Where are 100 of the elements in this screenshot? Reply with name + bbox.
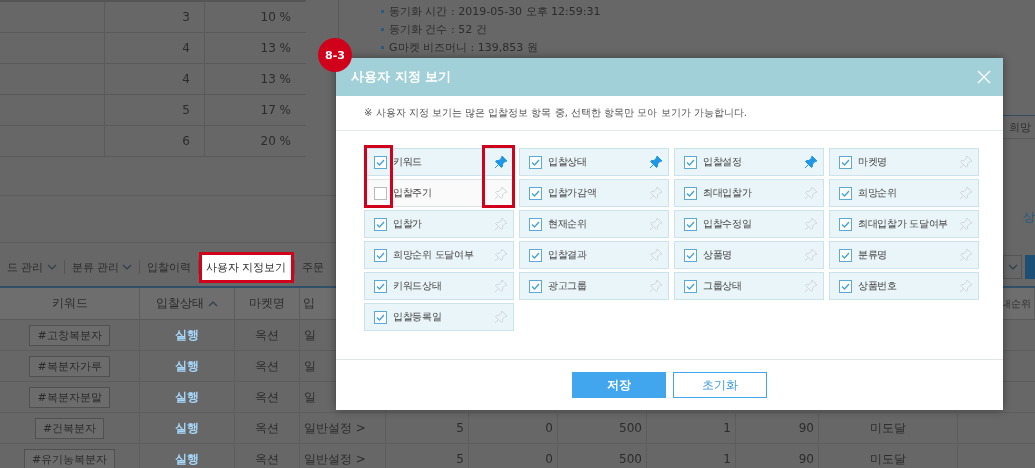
notice-text: ※ 사용자 지정 보기는 많은 입찰정보 항목 중, 선택한 항목만 모아 보기가 가능합니다.: [336, 96, 1003, 131]
table-cell: 3: [105, 2, 205, 32]
table-cell: 옥션: [235, 351, 300, 381]
option-label: 최대입찰가 도달여부: [858, 217, 950, 231]
checkbox[interactable]: [374, 217, 387, 231]
pin-icon[interactable]: [494, 155, 508, 169]
column-option[interactable]: 현재순위: [519, 210, 669, 238]
option-label: 상품명: [703, 248, 734, 262]
checkbox[interactable]: [374, 186, 387, 200]
table-cell: 옥션: [235, 413, 300, 443]
option-label: 마켓명: [858, 155, 889, 169]
column-option[interactable]: 키워드상태: [364, 272, 514, 300]
option-label: 희망순위: [858, 186, 898, 200]
checkbox[interactable]: [374, 248, 387, 262]
checkbox[interactable]: [374, 310, 387, 324]
checkbox[interactable]: [839, 155, 852, 169]
checkbox[interactable]: [529, 279, 542, 293]
checkbox[interactable]: [529, 217, 542, 231]
table-cell-text: 10 %: [259, 9, 292, 26]
checkbox[interactable]: [684, 217, 697, 231]
checkbox[interactable]: [839, 248, 852, 262]
table-cell: 5: [105, 95, 205, 125]
keyword-tag: #유기농복분자: [23, 448, 116, 468]
table-cell: 500: [558, 444, 647, 468]
column-option[interactable]: 입찰결과: [519, 241, 669, 269]
table-cell-text: 13 %: [259, 40, 292, 57]
column-option[interactable]: 입찰등록일: [364, 303, 514, 331]
table-cell-text: 13 %: [259, 71, 292, 88]
checkbox[interactable]: [529, 186, 542, 200]
column-option[interactable]: 상품명: [674, 241, 824, 269]
step-badge: 8-3: [318, 38, 352, 72]
pin-icon[interactable]: [804, 155, 818, 169]
option-label: 최대입찰가: [703, 186, 753, 200]
table-cell: 4: [105, 33, 205, 63]
status-link[interactable]: 실행: [140, 320, 235, 350]
option-label: 희망순위 도달여부: [393, 248, 475, 262]
checkbox[interactable]: [374, 155, 387, 169]
table-cell: 옥션: [235, 382, 300, 412]
checkbox[interactable]: [839, 279, 852, 293]
column-option[interactable]: 최대입찰가 도달여부: [829, 210, 979, 238]
option-label: 키워드상태: [393, 279, 443, 293]
option-label: 입찰상태: [548, 155, 588, 169]
option-label: 상품번호: [858, 279, 898, 293]
bullet-icon: [381, 10, 384, 13]
checkbox[interactable]: [529, 248, 542, 262]
column-option[interactable]: 희망순위 도달여부: [364, 241, 514, 269]
table-cell: 90: [736, 413, 819, 443]
table-cell: 5: [386, 444, 469, 468]
column-option[interactable]: 키워드: [364, 148, 514, 176]
chevron-down-icon: [1007, 264, 1018, 270]
status-link[interactable]: 실행: [140, 351, 235, 381]
column-option[interactable]: 희망순위: [829, 179, 979, 207]
column-option[interactable]: 입찰상태: [519, 148, 669, 176]
column-header: 키워드: [0, 288, 140, 319]
keyword-tag: #건복분자: [34, 417, 105, 439]
checkbox[interactable]: [684, 279, 697, 293]
table-cell: 500: [558, 413, 647, 443]
option-label: 입찰등록일: [393, 310, 443, 324]
column-option[interactable]: 입찰설정: [674, 148, 824, 176]
keyword-tag: #복분자분말: [29, 386, 110, 408]
column-header: 입찰상태: [140, 288, 235, 319]
option-label: 입찰주기: [393, 186, 433, 200]
checkbox[interactable]: [684, 248, 697, 262]
checkbox[interactable]: [684, 155, 697, 169]
column-option[interactable]: 최대입찰가: [674, 179, 824, 207]
option-label: 그룹상태: [703, 279, 743, 293]
table-cell: 옥션: [235, 444, 300, 468]
close-icon[interactable]: [977, 70, 991, 84]
column-option[interactable]: 광고그룹: [519, 272, 669, 300]
pin-icon[interactable]: [649, 155, 663, 169]
sync-info: G마켓 비즈머니 : 139,853 원: [389, 40, 538, 55]
column-option[interactable]: 분류명: [829, 241, 979, 269]
column-option[interactable]: 입찰가: [364, 210, 514, 238]
toolbar-tab[interactable]: 사용자 지정보기: [199, 251, 294, 283]
checkbox[interactable]: [839, 186, 852, 200]
checkbox[interactable]: [374, 279, 387, 293]
table-cell: 0: [469, 413, 558, 443]
status-link[interactable]: 실행: [140, 413, 235, 443]
column-header: 마켓명: [235, 288, 300, 319]
option-label: 키워드: [393, 155, 424, 169]
checkbox[interactable]: [684, 186, 697, 200]
table-cell: 옥션: [235, 320, 300, 350]
sort-up-icon: [208, 300, 218, 307]
table-cell: 1: [647, 444, 736, 468]
table-cell: 90: [736, 444, 819, 468]
checkbox[interactable]: [529, 155, 542, 169]
column-option[interactable]: 그룹상태: [674, 272, 824, 300]
table-cell-text: 20 %: [259, 133, 292, 150]
column-option[interactable]: 입찰가감액: [519, 179, 669, 207]
keyword-tag: #복분자가루: [29, 355, 110, 377]
status-link[interactable]: 실행: [140, 444, 235, 468]
dialog-title: 사용자 지정 보기: [351, 68, 452, 86]
bullet-icon: [381, 28, 384, 31]
checkbox[interactable]: [839, 217, 852, 231]
option-label: 입찰결과: [548, 248, 588, 262]
column-option[interactable]: 상품번호: [829, 272, 979, 300]
column-option[interactable]: 입찰수정일: [674, 210, 824, 238]
status-link[interactable]: 실행: [140, 382, 235, 412]
column-option[interactable]: 마켓명: [829, 148, 979, 176]
select-field[interactable]: [1003, 255, 1022, 279]
